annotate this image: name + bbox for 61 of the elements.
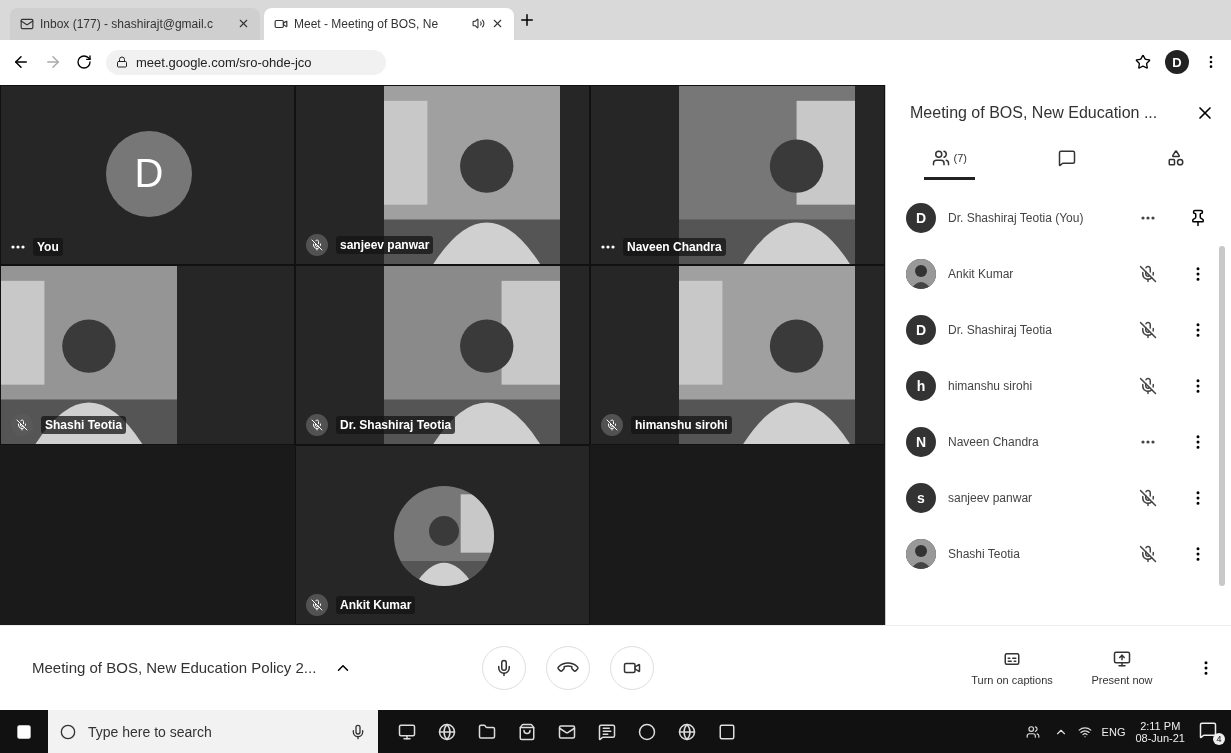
meeting-title: Meeting of BOS, New Education Policy 2...: [32, 659, 317, 677]
avatar: D: [106, 130, 192, 217]
tab-title: Meet - Meeting of BOS, Ne: [294, 16, 440, 31]
participant-avatar: D: [906, 202, 936, 233]
tab-title: Inbox (177) - shashirajt@gmail.c: [40, 16, 214, 31]
address-field[interactable]: meet.google.com/sro-ohde-jco: [106, 49, 386, 75]
participant-avatar: D: [906, 314, 936, 345]
participant-name: Dr. Shashiraj Teotia: [948, 322, 1053, 337]
network-icon[interactable]: [1077, 724, 1092, 739]
speaking-icon: [601, 244, 615, 249]
participant-name: Naveen Chandra: [623, 237, 726, 256]
browser-tab[interactable]: Meet - Meeting of BOS, Ne: [264, 7, 514, 40]
circle-icon: [60, 723, 76, 740]
bookmark-icon[interactable]: [1135, 54, 1151, 71]
participant-name: himanshu sirohi: [948, 378, 1034, 393]
participant-avatar: h: [906, 370, 936, 401]
participant-name: You: [33, 237, 63, 256]
participant-name: Dr. Shashiraj Teotia (You): [948, 210, 1085, 225]
present-icon: [1113, 649, 1131, 668]
panel-tab[interactable]: (7): [923, 138, 976, 180]
notification-button[interactable]: 4: [1197, 718, 1225, 745]
folder-icon[interactable]: [478, 722, 496, 741]
store-icon[interactable]: [518, 722, 536, 741]
shapes-icon: [1167, 148, 1186, 167]
app-icon[interactable]: [718, 722, 736, 741]
chat-icon: [1058, 148, 1077, 167]
profile-avatar[interactable]: D: [1165, 50, 1189, 75]
participant-name: Ankit Kumar: [948, 266, 1015, 281]
speaking-icon: [1141, 439, 1155, 444]
speaking-icon: [1141, 215, 1155, 220]
speaking-icon: [11, 244, 25, 249]
panel-title: Meeting of BOS, New Education ...: [910, 103, 1159, 122]
search-field[interactable]: Type here to search: [86, 722, 340, 741]
participant-avatar: s: [906, 482, 936, 513]
participant-name: Ankit Kumar: [336, 595, 416, 614]
language-indicator[interactable]: ENG: [1101, 725, 1126, 738]
participant-name: Naveen Chandra: [948, 434, 1040, 449]
captions-button[interactable]: Turn on captions: [957, 648, 1067, 687]
people-icon[interactable]: [1025, 724, 1040, 739]
browser-icon[interactable]: [438, 722, 456, 741]
microphone-icon: [350, 723, 366, 740]
people-icon: [931, 148, 950, 167]
participant-name: Shashi Teotia: [948, 546, 1021, 561]
search-field[interactable]: Type here to search: [48, 710, 378, 753]
browser-tab[interactable]: Inbox (177) - shashirajt@gmail.c: [10, 7, 260, 40]
participant-name: sanjeev panwar: [948, 490, 1034, 505]
mail-icon: [20, 16, 34, 31]
participant-name: sanjeev panwar: [336, 235, 434, 254]
participant-name: Dr. Shashiraj Teotia: [336, 415, 456, 434]
message-icon: [1199, 720, 1217, 739]
app-icon[interactable]: [598, 722, 616, 741]
task-view-icon[interactable]: [398, 722, 416, 741]
lock-icon: [116, 56, 128, 69]
clock[interactable]: 2:11 PM 08-Jun-21: [1135, 719, 1185, 744]
present-button[interactable]: Present now: [1067, 648, 1177, 687]
pin-icon[interactable]: [1189, 208, 1207, 227]
participant-name: himanshu sirohi: [631, 415, 732, 434]
reload-icon[interactable]: [76, 54, 92, 71]
mail-icon[interactable]: [558, 722, 576, 741]
participant-avatar: N: [906, 426, 936, 457]
speaker-icon: [472, 17, 485, 31]
